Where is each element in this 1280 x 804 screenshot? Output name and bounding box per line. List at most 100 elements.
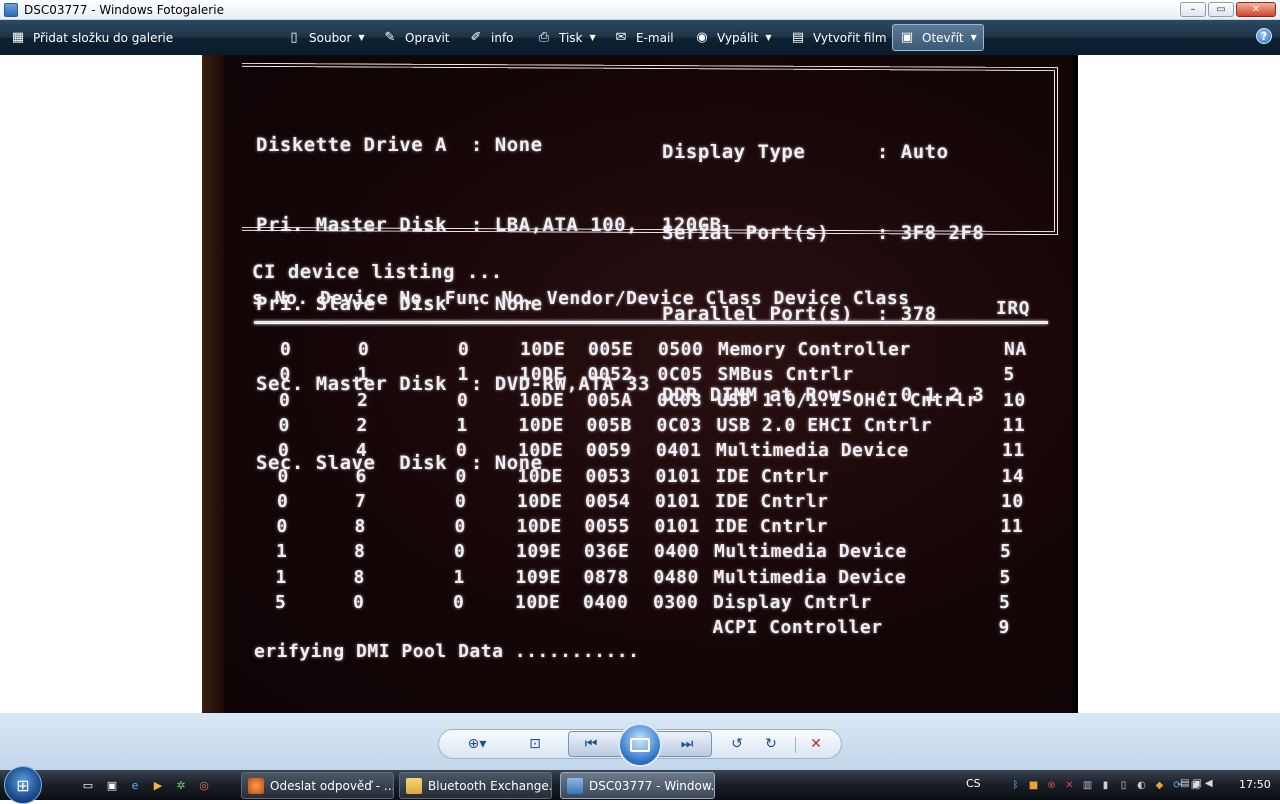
- pci-cell-bus: 1: [276, 541, 288, 563]
- document-icon: ▯: [290, 30, 298, 45]
- volume-icon[interactable]: ◀: [1205, 778, 1213, 789]
- disc-icon: ◉: [696, 30, 708, 45]
- fix-button[interactable]: ✎ Opravit: [376, 24, 456, 51]
- pci-cell-device: 036E: [584, 541, 630, 563]
- rotate-right-icon[interactable]: ↻: [760, 734, 782, 754]
- photo-gallery-icon: [567, 777, 583, 794]
- task-button-bluetooth[interactable]: Bluetooth Exchange...: [399, 772, 552, 799]
- close-button[interactable]: ✕: [1236, 2, 1276, 17]
- info-button[interactable]: ✐ info: [462, 24, 520, 51]
- pci-cell-vendor: 10DE: [515, 592, 561, 613]
- pci-cell-name: IDE Cntrlr: [714, 516, 828, 538]
- task-label: Bluetooth Exchange...: [428, 778, 552, 793]
- pci-cell-cls: 0101: [654, 516, 700, 538]
- utility-icon[interactable]: ✲: [173, 778, 189, 792]
- pci-cell-bus: 0: [279, 389, 291, 411]
- next-icon[interactable]: ⏭: [676, 734, 698, 754]
- viewer-controls: ⊕▾ ⊡ ⏮ ⏭ ↺ ↻ ✕: [0, 713, 1280, 770]
- previous-icon[interactable]: ⏮: [580, 734, 602, 754]
- zoom-button[interactable]: ⊕▾: [466, 734, 488, 754]
- rotate-left-icon[interactable]: ↺: [726, 734, 748, 754]
- add-folder-button[interactable]: ▦ Přidat složku do galerie: [4, 24, 179, 51]
- open-menu-button[interactable]: ▣ Otevřít ▼: [892, 24, 984, 51]
- fix-label: Opravit: [405, 30, 450, 45]
- tray-app-icon[interactable]: ■: [1026, 778, 1041, 792]
- media-player-icon[interactable]: ▶: [150, 778, 166, 792]
- tray-usb-icon[interactable]: ▤: [1180, 778, 1189, 789]
- pci-cell-dev: 8: [354, 541, 366, 563]
- burn-menu-button[interactable]: ◉ Vypálit ▼: [688, 24, 778, 51]
- help-icon[interactable]: ?: [1256, 28, 1272, 44]
- actual-size-icon[interactable]: ⊡: [524, 734, 546, 754]
- pci-cell-bus: 0: [276, 516, 288, 538]
- pci-cell-func: 0: [454, 516, 466, 538]
- delete-icon[interactable]: ✕: [805, 734, 827, 754]
- tray-warning-icon[interactable]: ✕: [1062, 778, 1077, 792]
- print-menu-button[interactable]: ⎙ Tisk ▼: [530, 24, 602, 51]
- email-icon: ✉: [615, 30, 627, 45]
- internet-explorer-icon[interactable]: e: [127, 778, 143, 792]
- minimize-button[interactable]: –: [1180, 2, 1206, 17]
- chevron-down-icon: ▼: [358, 33, 365, 42]
- pci-cell-cls: 0401: [656, 440, 702, 462]
- tray-shield-icon[interactable]: ◐: [1134, 778, 1149, 792]
- pci-cell-dev: 2: [357, 389, 369, 411]
- file-menu-button[interactable]: ▯ Soubor ▼: [280, 24, 371, 51]
- printer-icon: ⎙: [538, 30, 550, 45]
- pci-cell-dev: 4: [356, 440, 368, 462]
- pci-cell-bus: 0: [277, 465, 289, 487]
- security-alert-icon[interactable]: ⊗: [1044, 778, 1059, 792]
- pci-cell-device: 005E: [588, 339, 634, 360]
- task-button-firefox[interactable]: Odeslat odpověď - ...: [241, 772, 394, 799]
- language-indicator[interactable]: CS: [966, 777, 981, 790]
- monitor-bezel-right: [1072, 55, 1078, 713]
- tray-display-icon[interactable]: ▣: [1192, 778, 1201, 789]
- slideshow-button[interactable]: [618, 723, 662, 767]
- pci-cell-device: 0059: [586, 440, 632, 462]
- bios-line: Diskette Drive A : None: [256, 134, 543, 156]
- irq-header: IRQ: [996, 298, 1031, 319]
- email-label: E-mail: [636, 30, 674, 45]
- email-button[interactable]: ✉ E-mail: [607, 24, 680, 51]
- pci-cell-cls: 0101: [655, 465, 701, 487]
- task-label: Odeslat odpověď - ...: [270, 778, 394, 793]
- make-movie-button[interactable]: ▤ Vytvořit film: [784, 24, 893, 51]
- pci-cell-irq: 5: [999, 592, 1011, 613]
- pci-cell-dev: 2: [356, 414, 368, 436]
- pci-cell-irq: 14: [1001, 465, 1025, 487]
- pci-cell-name: Memory Controller: [718, 339, 911, 360]
- pci-cell-func: 1: [453, 566, 465, 588]
- task-button-photo-gallery[interactable]: DSC03777 - Window...: [560, 772, 715, 799]
- pci-cell-vendor: 10DE: [517, 490, 563, 512]
- bios-line: Serial Port(s) : 3F8 2F8: [662, 222, 985, 244]
- pci-cell-vendor: 10DE: [518, 440, 564, 462]
- command-bar: ▦ Přidat složku do galerie ▯ Soubor ▼ ✎ …: [0, 20, 1280, 55]
- start-button[interactable]: ⊞: [4, 766, 42, 804]
- browser-icon[interactable]: ◎: [196, 778, 212, 792]
- show-desktop-icon[interactable]: ▭: [80, 778, 96, 792]
- pci-cell-vendor: 10DE: [520, 339, 566, 360]
- tray-device-icon[interactable]: ▮: [1098, 778, 1113, 792]
- slideshow-icon: [630, 738, 650, 752]
- pci-cell-bus: 0: [280, 339, 292, 360]
- burn-menu-label: Vypálit: [717, 30, 759, 45]
- switch-windows-icon[interactable]: ▣: [104, 778, 120, 792]
- network-icon[interactable]: ▥: [1080, 778, 1095, 792]
- pci-cell-name: ACPI Controller: [712, 617, 883, 639]
- pci-cell-name: IDE Cntrlr: [715, 490, 829, 512]
- pci-cell-name: USB 2.0 EHCI Cntrlr: [716, 414, 932, 436]
- pci-cell-irq: 5: [1000, 541, 1012, 563]
- pci-table-header: s No. Device No. Func No. Vendor/Device …: [252, 288, 910, 309]
- monitor-bezel: [202, 55, 224, 713]
- tag-icon: ✐: [470, 30, 482, 45]
- pci-cell-bus: 5: [275, 592, 287, 613]
- pci-cell-name: Multimedia Device: [714, 541, 907, 563]
- clock[interactable]: 17:50: [1239, 778, 1271, 791]
- pci-cell-device: 0054: [585, 490, 631, 512]
- taskbar: ⊞ ▭ ▣ e ▶ ✲ ◎ Odeslat odpověď - ... Blue…: [0, 766, 1280, 804]
- bluetooth-icon[interactable]: ᛒ: [1008, 778, 1023, 792]
- battery-icon[interactable]: ▯: [1116, 778, 1131, 792]
- maximize-button[interactable]: ▭: [1208, 2, 1234, 17]
- open-menu-label: Otevřít: [922, 30, 964, 45]
- tray-update-icon[interactable]: ◆: [1152, 778, 1167, 792]
